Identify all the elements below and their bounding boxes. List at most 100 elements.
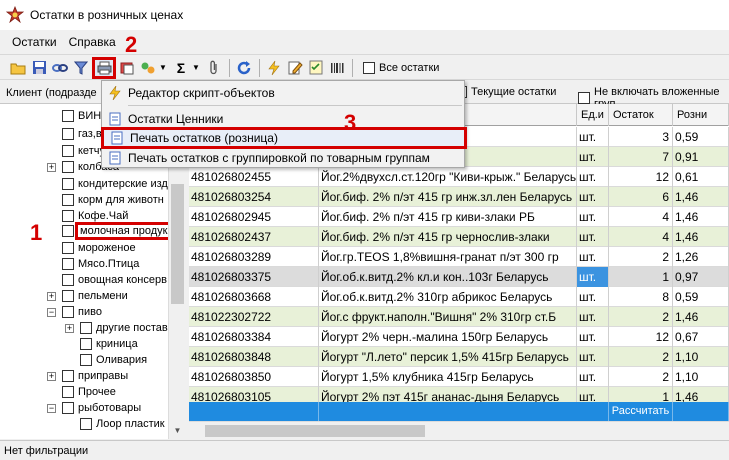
table-row[interactable]: 481026803289 Йог.гр.TEOS 1,8%вишня-гранат…	[189, 247, 729, 267]
cell-name[interactable]: Йог.биф. 2% п/эт 415 гр инж.зл.лен Белар…	[319, 187, 577, 207]
grid-horizontal-scrollbar[interactable]	[189, 421, 729, 439]
cell-code[interactable]: 481022302722	[189, 307, 319, 327]
cell-unit[interactable]: шт.	[577, 327, 609, 347]
menu-item-print-grouped[interactable]: Печать остатков с группировкой по товарн…	[102, 148, 464, 168]
open-button[interactable]	[8, 58, 28, 78]
cell-name[interactable]: Йог.об.к.витд.2% кл.и кон..103г Беларусь	[319, 267, 577, 287]
table-row[interactable]: 481026803254 Йог.биф. 2% п/эт 415 гр инж.…	[189, 187, 729, 207]
column-header-qty[interactable]: Остаток	[609, 104, 673, 126]
calculate-button[interactable]: Рассчитать	[609, 402, 673, 421]
cell-unit[interactable]: шт.	[577, 167, 609, 187]
menu-item-help[interactable]: Справка	[63, 30, 122, 55]
cell-name[interactable]: Йог.биф. 2% п/эт 415 гр чернослив-злаки	[319, 227, 577, 247]
table-row[interactable]: 481026803848 Йогурт "Л.лето" персик 1,5% …	[189, 347, 729, 367]
check-button[interactable]	[306, 58, 326, 78]
cell-code[interactable]: 481026802437	[189, 227, 319, 247]
table-row[interactable]: 481022302722 Йог.с фрукт.наполн."Вишня" 2…	[189, 307, 729, 327]
save-button[interactable]	[29, 58, 49, 78]
refresh-button[interactable]	[234, 58, 254, 78]
menu-item-script-editor[interactable]: Редактор скрипт-объектов	[102, 83, 464, 103]
table-row[interactable]: 481026803375 Йог.об.к.витд.2% кл.и кон..1…	[189, 267, 729, 287]
expand-icon[interactable]: +	[47, 162, 56, 172]
table-row[interactable]: 481026803850 Йогурт 1,5% клубника 415гр Б…	[189, 367, 729, 387]
cell-unit[interactable]: шт.	[577, 207, 609, 227]
filter-button[interactable]	[71, 58, 91, 78]
all-stock-checkbox-box[interactable]	[363, 61, 375, 74]
tree-item-dairy[interactable]: молочная продукц	[62, 222, 179, 240]
column-header-price[interactable]: Розни	[673, 104, 729, 126]
tree-item[interactable]: Лоор пластик	[80, 415, 165, 433]
menu-item-stock[interactable]: Остатки	[6, 30, 63, 55]
current-stock-checkbox[interactable]: Текущие остатки	[455, 86, 556, 98]
menu-item-price-tags[interactable]: Остатки Ценники	[102, 109, 464, 129]
tree-item-checkbox[interactable]	[62, 128, 74, 140]
tree-item-checkbox[interactable]	[80, 354, 92, 366]
cell-qty[interactable]: 2	[609, 307, 673, 327]
cell-qty[interactable]: 7	[609, 147, 673, 167]
expand-icon[interactable]: +	[47, 371, 56, 381]
cell-name[interactable]: Йогурт 2% черн.-малина 150гр Беларусь	[319, 327, 577, 347]
grid-scrollbar-thumb[interactable]	[205, 425, 425, 437]
cell-name[interactable]: Йог.гр.TEOS 1,8%вишня-гранат п/эт 300 гр	[319, 247, 577, 267]
print-button[interactable]	[92, 56, 116, 79]
cell-price[interactable]: 1,10	[673, 347, 729, 367]
script-button[interactable]	[264, 58, 284, 78]
expand-icon[interactable]: +	[65, 323, 74, 333]
cell-qty[interactable]: 4	[609, 227, 673, 247]
sum-button[interactable]: Σ	[171, 58, 191, 78]
cell-name[interactable]: Йогурт "Л.лето" персик 1,5% 415гр Белару…	[319, 347, 577, 367]
cell-unit[interactable]: шт.	[577, 187, 609, 207]
cell-price[interactable]: 0,91	[673, 147, 729, 167]
cell-code[interactable]: 481026803254	[189, 187, 319, 207]
cell-name[interactable]: Йог.биф. 2% п/эт 415 гр киви-злаки РБ	[319, 207, 577, 227]
cell-qty[interactable]: 4	[609, 207, 673, 227]
cell-name[interactable]: Йог.с фрукт.наполн."Вишня" 2% 310гр ст.Б	[319, 307, 577, 327]
cell-qty[interactable]: 3	[609, 127, 673, 147]
tree-item-checkbox[interactable]	[62, 210, 74, 222]
cell-code[interactable]: 481026803289	[189, 247, 319, 267]
cell-qty[interactable]: 12	[609, 327, 673, 347]
table-row[interactable]: 481026802455 Йог.2%двухсл.ст.120гр "Киви-…	[189, 167, 729, 187]
cell-code[interactable]: 481026803384	[189, 327, 319, 347]
cell-price[interactable]: 1,46	[673, 307, 729, 327]
edit-button[interactable]	[285, 58, 305, 78]
table-row[interactable]: 481026803384 Йогурт 2% черн.-малина 150гр…	[189, 327, 729, 347]
cell-price[interactable]: 1,26	[673, 247, 729, 267]
tree-item-checkbox[interactable]	[62, 274, 74, 286]
cell-qty[interactable]: 6	[609, 187, 673, 207]
cell-unit[interactable]: шт.	[577, 287, 609, 307]
scroll-down-icon[interactable]: ▼	[169, 422, 186, 439]
cell-unit[interactable]: шт.	[577, 307, 609, 327]
cell-unit[interactable]: шт.	[577, 247, 609, 267]
tree-item-checkbox[interactable]	[62, 178, 74, 190]
cell-name[interactable]: Йогурт 1,5% клубника 415гр Беларусь	[319, 367, 577, 387]
cell-unit[interactable]: шт.	[577, 227, 609, 247]
cell-price[interactable]: 1,10	[673, 367, 729, 387]
tree-item-checkbox[interactable]	[80, 322, 92, 334]
cell-qty[interactable]: 2	[609, 367, 673, 387]
attach-button[interactable]	[204, 58, 224, 78]
tree-item-checkbox[interactable]	[62, 290, 74, 302]
cell-price[interactable]: 0,59	[673, 127, 729, 147]
tree-item-checkbox[interactable]	[62, 242, 74, 254]
cell-code[interactable]: 481026803668	[189, 287, 319, 307]
cell-price[interactable]: 1,46	[673, 227, 729, 247]
cell-price[interactable]: 0,97	[673, 267, 729, 287]
cell-unit[interactable]: шт.	[577, 267, 609, 287]
tree-item-checkbox[interactable]	[62, 386, 74, 398]
cell-price[interactable]: 0,67	[673, 327, 729, 347]
sum-dropdown-arrow-icon[interactable]: ▼	[192, 63, 200, 72]
cell-unit[interactable]: шт.	[577, 147, 609, 167]
tree-item-checkbox[interactable]	[80, 418, 92, 430]
export-button[interactable]	[117, 58, 137, 78]
cell-qty[interactable]: 8	[609, 287, 673, 307]
tree-item-checkbox[interactable]	[62, 145, 74, 157]
cell-qty[interactable]: 1	[609, 267, 673, 287]
tree-item-checkbox[interactable]	[80, 338, 92, 350]
cell-name[interactable]: Йог.2%двухсл.ст.120гр "Киви-крыж." Белар…	[319, 167, 577, 187]
cell-code[interactable]: 481026803848	[189, 347, 319, 367]
cell-price[interactable]: 1,46	[673, 207, 729, 227]
link-button[interactable]	[50, 58, 70, 78]
cell-code[interactable]: 481026803850	[189, 367, 319, 387]
tree-scrollbar-thumb[interactable]	[171, 184, 184, 304]
